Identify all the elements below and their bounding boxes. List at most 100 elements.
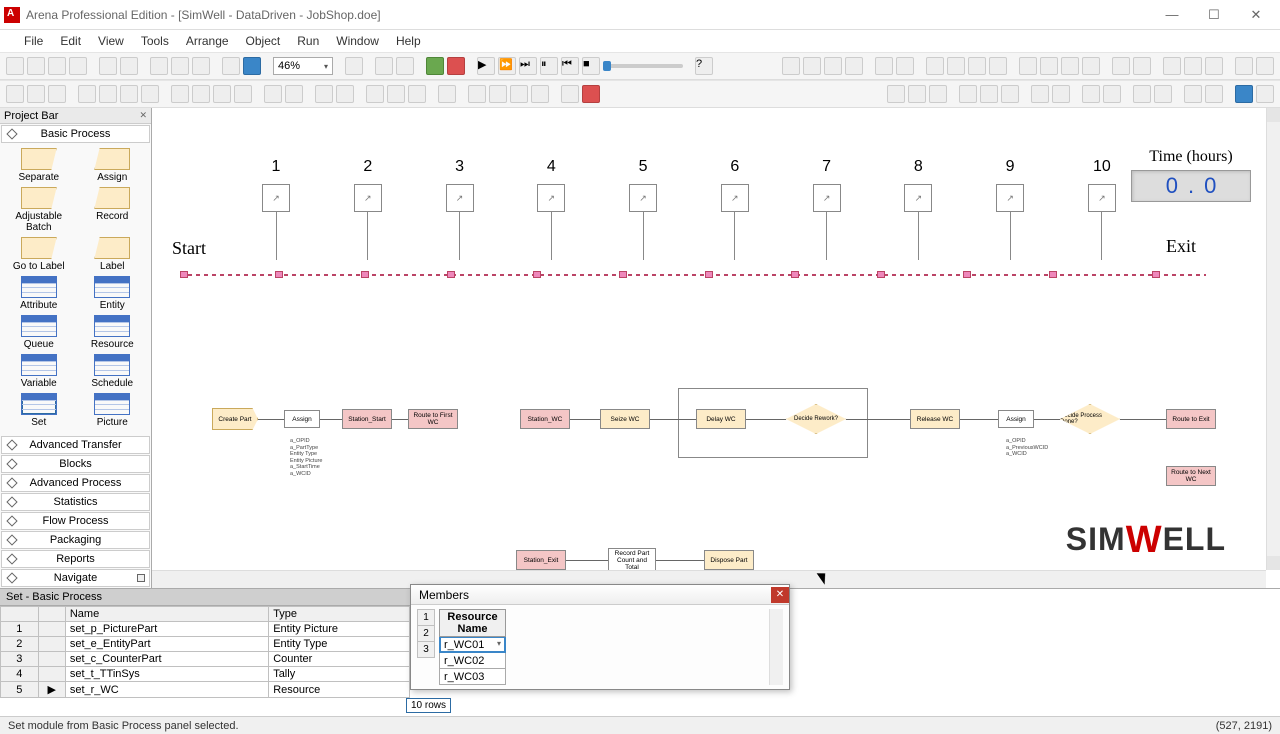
chart2-icon[interactable] (1040, 57, 1058, 75)
play-icon[interactable]: ▶ (477, 57, 495, 75)
snap-icon[interactable] (1235, 85, 1253, 103)
fast-icon[interactable]: ⏭ (519, 57, 537, 75)
anim2-icon[interactable] (489, 85, 507, 103)
align-t-icon[interactable] (959, 85, 977, 103)
module-variable[interactable]: Variable (2, 354, 76, 389)
menu-object[interactable]: Object (238, 32, 289, 50)
station-1[interactable]: 1 (262, 158, 290, 260)
stop-all-icon[interactable] (447, 57, 465, 75)
datasheet-table[interactable]: Name Type 1set_p_PicturePartEntity Pictu… (0, 606, 410, 716)
level-icon[interactable] (366, 85, 384, 103)
dash4-icon[interactable] (989, 57, 1007, 75)
category-flow-process[interactable]: Flow Process (1, 512, 150, 530)
node-route-next[interactable]: Route to Next WC (1166, 466, 1216, 486)
module-attribute[interactable]: Attribute (2, 276, 76, 311)
poly-icon[interactable] (99, 85, 117, 103)
ungroup-icon[interactable] (1205, 85, 1223, 103)
var-icon[interactable] (438, 85, 456, 103)
route-icon[interactable] (336, 85, 354, 103)
category-statistics[interactable]: Statistics (1, 493, 150, 511)
align-c-icon[interactable] (908, 85, 926, 103)
print-icon[interactable] (99, 57, 117, 75)
table-row[interactable]: 1set_p_PicturePartEntity Picture (1, 622, 410, 637)
members-row[interactable]: r_WC02 (440, 653, 506, 669)
arc-icon[interactable] (27, 85, 45, 103)
save-all-icon[interactable] (69, 57, 87, 75)
transporter-icon[interactable] (582, 85, 600, 103)
go-icon[interactable] (426, 57, 444, 75)
group1-icon[interactable] (1163, 57, 1181, 75)
module-label[interactable]: Label (76, 237, 150, 272)
menu-help[interactable]: Help (388, 32, 429, 50)
start-over-icon[interactable]: ⏮ (561, 57, 579, 75)
category-blocks[interactable]: Blocks (1, 455, 150, 473)
station-4[interactable]: 4 (537, 158, 565, 260)
help-pointer-icon[interactable]: ? (695, 57, 713, 75)
node-record-part[interactable]: Record Part Count and Total (608, 548, 656, 572)
station-5[interactable]: 5 (629, 158, 657, 260)
station-8[interactable]: 8 (904, 158, 932, 260)
station-9[interactable]: 9 (996, 158, 1024, 260)
date-icon[interactable] (408, 85, 426, 103)
module-assign[interactable]: Assign (76, 148, 150, 183)
node-station-start[interactable]: Station_Start (342, 409, 392, 429)
node-assign-1[interactable]: Assign (284, 410, 320, 428)
grid1-icon[interactable] (782, 57, 800, 75)
anim4-icon[interactable] (531, 85, 549, 103)
preview-icon[interactable] (120, 57, 138, 75)
paste-icon[interactable] (192, 57, 210, 75)
category-reports[interactable]: Reports (1, 550, 150, 568)
grid2-icon[interactable] (803, 57, 821, 75)
station-icon[interactable] (315, 85, 333, 103)
anim3-icon[interactable] (510, 85, 528, 103)
station-10[interactable]: 10 (1088, 158, 1116, 260)
category-packaging[interactable]: Packaging (1, 531, 150, 549)
stop-icon[interactable]: ■ (582, 57, 600, 75)
cut-icon[interactable] (150, 57, 168, 75)
module-picture[interactable]: Picture (76, 393, 150, 428)
pause-icon[interactable]: ⏸ (540, 57, 558, 75)
anim1-icon[interactable] (468, 85, 486, 103)
menu-tools[interactable]: Tools (133, 32, 177, 50)
align-l-icon[interactable] (887, 85, 905, 103)
node-assign-2[interactable]: Assign (998, 410, 1034, 428)
table-row[interactable]: 3set_c_CounterPartCounter (1, 652, 410, 667)
dash2-icon[interactable] (947, 57, 965, 75)
station-2[interactable]: 2 (354, 158, 382, 260)
category-basic-process[interactable]: Basic Process (1, 125, 150, 143)
group3-icon[interactable] (1205, 57, 1223, 75)
station-3[interactable]: 3 (446, 158, 474, 260)
back-icon[interactable] (1154, 85, 1172, 103)
members-close-button[interactable]: ✕ (771, 587, 789, 603)
node-create-part[interactable]: Create Part (212, 408, 258, 430)
module-queue[interactable]: Queue (2, 315, 76, 350)
table-row[interactable]: 2set_e_EntityPartEntity Type (1, 637, 410, 652)
group-icon[interactable] (1184, 85, 1202, 103)
station-6[interactable]: 6 (721, 158, 749, 260)
minimize-button[interactable]: — (1152, 4, 1192, 26)
canvas-scrollbar-v[interactable] (1266, 108, 1280, 570)
grid3-icon[interactable] (824, 57, 842, 75)
undo-icon[interactable] (222, 57, 240, 75)
chart1-icon[interactable] (1019, 57, 1037, 75)
node-decide-done[interactable]: Decide Process Done? (1060, 404, 1120, 434)
table-row[interactable]: 4set_t_TTinSysTally (1, 667, 410, 682)
module-set[interactable]: Set (2, 393, 76, 428)
table-row[interactable]: 5▶set_r_WCResource (1, 682, 410, 698)
chart6-icon[interactable] (1133, 57, 1151, 75)
submodel-icon[interactable] (375, 57, 393, 75)
linestyle-icon[interactable] (285, 85, 303, 103)
step-icon[interactable]: ⏩ (498, 57, 516, 75)
zoom-select[interactable]: 46% (273, 57, 333, 75)
plot-icon[interactable] (896, 57, 914, 75)
save-icon[interactable] (48, 57, 66, 75)
members-row[interactable]: r_WC03 (440, 669, 506, 685)
members-window[interactable]: Members ✕ 123 Resource Name r_WC01▾r_WC0… (410, 584, 790, 690)
line-icon[interactable] (6, 85, 24, 103)
module-go-to-label[interactable]: Go to Label (2, 237, 76, 272)
menu-arrange[interactable]: Arrange (178, 32, 237, 50)
break-icon[interactable] (396, 57, 414, 75)
open-icon[interactable] (27, 57, 45, 75)
module-adjustable-batch[interactable]: Adjustable Batch (2, 187, 76, 233)
menu-view[interactable]: View (90, 32, 132, 50)
